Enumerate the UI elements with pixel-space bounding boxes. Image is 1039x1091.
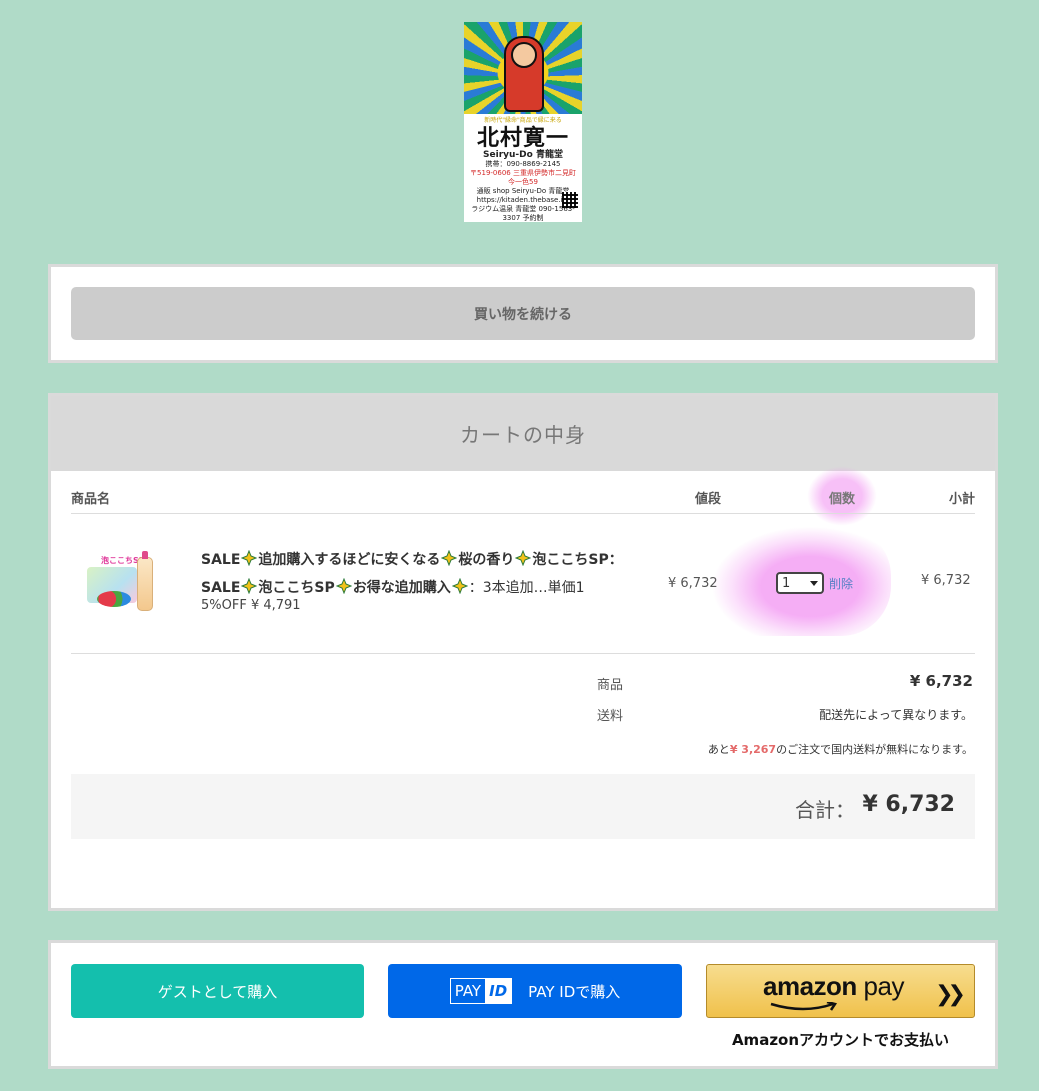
total-box: 合計： ¥ 6,732 (71, 774, 975, 839)
column-header-qty: 個数 (829, 492, 856, 507)
amazon-pay-word: pay (863, 971, 905, 1001)
payid-purchase-button[interactable]: PAY ID PAY IDで購入 (388, 964, 682, 1018)
logo-name: 北村寛一 (476, 125, 569, 151)
column-header-price: 値段 (695, 492, 722, 507)
header-divider (71, 513, 975, 514)
items-divider (71, 653, 975, 654)
quantity-value: 1 (782, 575, 791, 591)
logo-face (511, 42, 537, 68)
free-shipping-prefix: あと (707, 743, 730, 756)
logo-phone: 携帯：090-8869-2145 (485, 160, 561, 168)
logo-tagline: 新時代"縁命"商品で縁に来る (484, 117, 562, 124)
cart-panel: カートの中身 商品名 値段 個数 小計 泡ここちSP SALE 追加購入するほどに… (48, 393, 998, 911)
quantity-select[interactable]: 1 (776, 572, 824, 594)
purchase-panel: ゲストとして購入 PAY ID PAY IDで購入 amazon pay ❯❯ … (48, 940, 998, 1069)
double-chevron-right-icon: ❯❯ (935, 982, 966, 1007)
guest-purchase-button[interactable]: ゲストとして購入 (71, 964, 364, 1018)
title-sale: SALE (201, 552, 241, 568)
shipping-value: 配送先によって異なります。 (819, 708, 973, 722)
amazon-smile-icon (770, 1002, 838, 1011)
title-part-1: 追加購入するほどに安くなる (258, 552, 441, 568)
product-title[interactable]: SALE 追加購入するほどに安くなる 桜の香り 泡ここちSP： SALE 泡ここちSP お… (201, 546, 641, 616)
goods-label: 商品 (597, 678, 624, 693)
amazon-word: amazon (763, 971, 857, 1001)
total-value: ¥ 6,732 (862, 792, 955, 817)
logo-shop: Seiryu-Do 青龍堂 (483, 150, 563, 160)
continue-shopping-panel: 買い物を続ける (48, 264, 998, 363)
logo-address: 〒519-0606 三重県伊勢市二見町今一色59 (470, 169, 576, 186)
payid-label: PAY IDで購入 (528, 982, 621, 1001)
option-part-3: ：3本追加…単価1 (468, 580, 585, 596)
column-header-name: 商品名 (71, 492, 111, 507)
shop-logo[interactable]: 新時代"縁命"商品で縁に来る 北村寛一 Seiryu-Do 青龍堂 携帯：090… (464, 22, 582, 222)
sparkle-icon (241, 550, 258, 566)
amazon-pay-logo: amazon pay (763, 971, 904, 1002)
item-subtotal: ¥ 6,732 (921, 573, 971, 588)
free-shipping-suffix: のご注文で国内送料が無料になります。 (776, 743, 973, 756)
shipping-label: 送料 (597, 709, 624, 724)
free-shipping-note: あと¥ 3,267のご注文で国内送料が無料になります。 (708, 741, 973, 757)
cart-title: カートの中身 (51, 396, 995, 471)
sparkle-icon (241, 578, 258, 594)
thumb-bottle (137, 551, 153, 611)
sparkle-icon (441, 550, 458, 566)
chevron-down-icon (810, 580, 818, 586)
amazon-pay-caption: Amazonアカウントでお支払い (731, 1031, 950, 1049)
sparkle-icon (335, 578, 352, 594)
product-thumbnail[interactable]: 泡ここちSP (85, 551, 165, 615)
option-part-1: 泡ここちSP (258, 580, 335, 596)
title-part-2: 桜の香り (458, 552, 515, 568)
option-part-2: お得な追加購入 (352, 580, 451, 596)
column-header-subtotal: 小計 (949, 492, 976, 507)
free-shipping-amount: ¥ 3,267 (729, 743, 777, 756)
thumb-fruit (97, 591, 131, 607)
amazon-pay-button[interactable]: amazon pay ❯❯ (706, 964, 975, 1018)
payid-logo-id: ID (485, 979, 512, 1003)
sparkle-icon (515, 550, 532, 566)
payid-logo-pay: PAY (454, 982, 482, 1000)
option-sale: SALE (201, 580, 241, 596)
goods-value: ¥ 6,732 (909, 672, 973, 690)
title-part-3: 泡ここちSP： (532, 552, 623, 568)
delete-link[interactable]: 削除 (829, 575, 853, 592)
continue-shopping-button[interactable]: 買い物を続ける (71, 287, 975, 340)
total-label: 合計： (795, 798, 855, 822)
qr-code-icon (562, 192, 578, 208)
sparkle-icon (451, 578, 468, 594)
payid-logo-icon: PAY ID (449, 978, 513, 1004)
